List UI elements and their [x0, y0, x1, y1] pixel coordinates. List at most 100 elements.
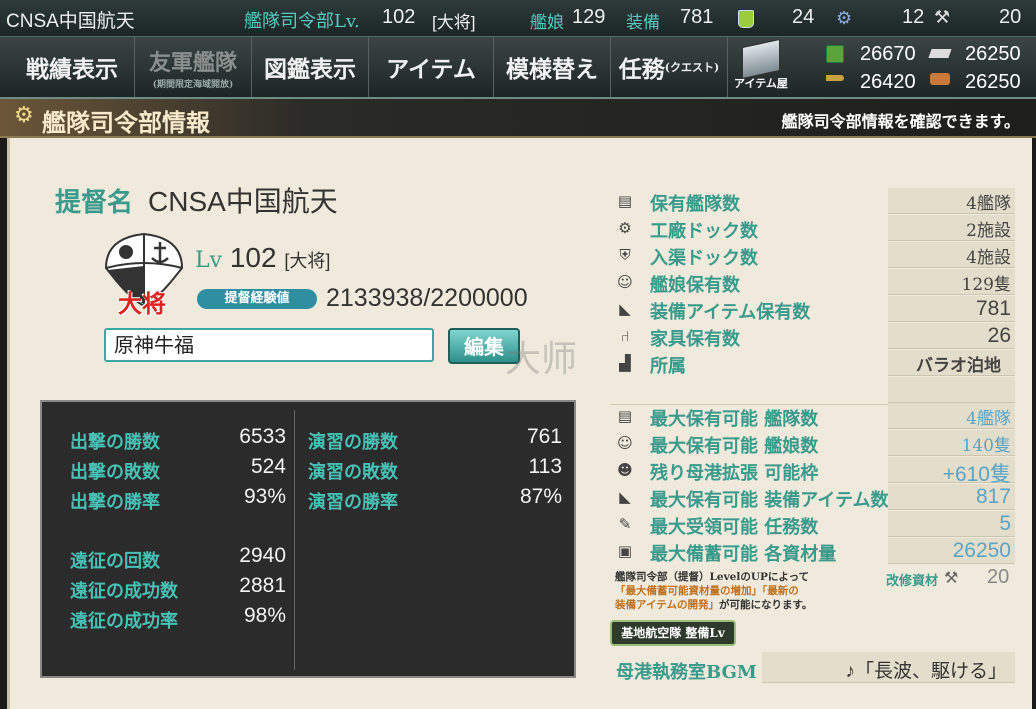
stat-label: 出撃の勝率: [70, 492, 160, 513]
info-label: 最大保有可能 艦隊数: [650, 409, 819, 430]
admiral-name-top: CNSA中国航天: [6, 11, 135, 32]
menu-friend-fleet[interactable]: 友軍艦隊 (期間限定海域開放): [135, 37, 252, 97]
level-up-note: 艦隊司令部（提督）LevelのUPによって 「最大備蓄可能資材量の増加」「最新の…: [615, 570, 812, 612]
info-value-box: 26: [888, 323, 1015, 349]
level-display: Lv 102 [大将]: [195, 242, 330, 274]
gear-icon: ⚙: [14, 103, 34, 128]
info-label: 艦娘保有数: [650, 275, 740, 296]
menu-quest-label: 任務: [618, 56, 665, 83]
comment-input[interactable]: 原神牛福: [104, 328, 434, 362]
info-row-max-fleets: ▤ 最大保有可能 艦隊数 4艦隊: [610, 403, 1015, 430]
info-row-max-storage: ▣ 最大備蓄可能 各資材量 26250: [610, 538, 1015, 565]
menu-record-label: 戦績表示: [26, 56, 118, 83]
page-subtitle: 艦隊司令部情報を確認できます。: [781, 112, 1020, 131]
info-value-box: 5: [888, 511, 1015, 537]
info-value: 4施設: [966, 248, 1011, 268]
bauxite-value: 26250: [965, 71, 1021, 93]
base-icon: ▟: [619, 354, 631, 372]
menu-decorate-label: 模様替え: [506, 56, 598, 83]
info-label: 所属: [650, 356, 686, 377]
improvement-material-value: 20: [987, 566, 1010, 588]
info-row-blank: [610, 377, 1015, 403]
info-value-box: 2施設: [888, 215, 1015, 241]
info-row-max-equipment: ◣ 最大保有可能 装備アイテム数 817: [610, 484, 1015, 511]
info-row-base: ▟ 所属 バラオ泊地: [610, 350, 1015, 377]
rank-label: [大将]: [284, 251, 331, 271]
devmat-count: 12: [902, 6, 925, 28]
info-row-fleets: ▤ 保有艦隊数 4艦隊: [610, 188, 1015, 215]
menu-bar: 戦績表示 友軍艦隊 (期間限定海域開放) 図鑑表示 アイテム 模様替え 任務 (ク…: [0, 37, 1036, 99]
stat-value: 2881: [239, 574, 286, 597]
info-label: 最大受領可能 任務数: [650, 517, 819, 538]
equipment-icon: ◣: [619, 300, 631, 318]
fleet-icon: ▤: [617, 407, 633, 425]
section-header: ⚙ 艦隊司令部情報 艦隊司令部情報を確認できます。: [0, 99, 1036, 138]
page-title: 艦隊司令部情報: [42, 108, 210, 137]
equip-count: 781: [680, 6, 714, 28]
menu-friend-fleet-label: 友軍艦隊: [148, 49, 237, 76]
hq-level-label: 艦隊司令部Lv.: [244, 11, 360, 32]
stat-value: 98%: [243, 604, 286, 627]
menu-quest-sub: (クエスト): [664, 61, 720, 74]
info-row-ships: ☺ 艦娘保有数 129隻: [610, 269, 1015, 296]
bgm-selector[interactable]: ♪「長波、駆ける」: [762, 652, 1015, 683]
ammo-value: 26250: [965, 43, 1021, 65]
stat-label: 遠征の回数: [70, 551, 160, 572]
info-label: 残り母港拡張 可能枠: [650, 463, 819, 484]
item-shop-button[interactable]: アイテム屋: [734, 38, 790, 93]
base-air-corps-button[interactable]: 基地航空隊 整備Lv: [610, 620, 736, 646]
info-value-box: 26250: [888, 538, 1015, 564]
note-line: 艦隊司令部（提督）LevelのUPによって: [615, 571, 810, 583]
stat-value: 113: [528, 455, 562, 478]
bgm-label: 母港執務室BGM: [616, 662, 757, 683]
info-label: 入渠ドック数: [650, 248, 758, 269]
fuel-value: 26670: [860, 43, 916, 65]
steel-value: 26420: [860, 71, 916, 93]
bucket-icon: [738, 10, 754, 28]
fuel-icon: [826, 45, 844, 63]
note-line: 装備アイテムの開発」: [615, 599, 719, 611]
info-row-equipment: ◣ 装備アイテム保有数 781: [610, 296, 1015, 323]
gear-icon: ⚙: [618, 219, 632, 237]
menu-decorate[interactable]: 模様替え: [494, 37, 611, 97]
info-row-furniture: ⑁ 家具保有数 26: [610, 323, 1015, 350]
improvement-material-label: 改修資材: [886, 574, 939, 589]
watermark: 大师: [505, 338, 578, 379]
info-value-box: 4施設: [888, 242, 1015, 268]
info-label: 家具保有数: [650, 329, 740, 350]
info-value: 5: [999, 512, 1011, 535]
info-value-box: 129隻: [888, 269, 1015, 295]
info-row-max-quests: ✎ 最大受領可能 任務数 5: [610, 511, 1015, 538]
info-value-box: 817: [888, 484, 1015, 510]
stats-divider: [294, 410, 295, 670]
info-value: 4艦隊: [966, 409, 1011, 429]
menu-items[interactable]: アイテム: [369, 37, 494, 97]
stat-value: 93%: [243, 485, 286, 508]
bucket-count: 24: [792, 6, 815, 28]
menu-items-label: アイテム: [386, 56, 476, 83]
info-label: 最大保有可能 艦娘数: [650, 436, 819, 457]
info-value-box: 4艦隊: [888, 188, 1015, 214]
quest-icon: ✎: [618, 515, 632, 533]
menu-quest[interactable]: 任務 (クエスト): [611, 37, 728, 97]
exp-badge: 提督経験値: [197, 289, 317, 309]
info-value: 129隻: [961, 275, 1011, 295]
stat-label: 演習の勝率: [308, 492, 398, 513]
info-row-expansion: ☻ 残り母港拡張 可能枠 +610隻: [610, 457, 1015, 486]
stat-label: 出撃の敗数: [70, 462, 160, 483]
info-value-box: 4艦隊: [888, 403, 1015, 429]
info-value: バラオ泊地: [916, 356, 1001, 376]
menu-record[interactable]: 戦績表示: [10, 37, 135, 97]
info-row-repair-docks: ⛨ 入渠ドック数 4施設: [610, 242, 1015, 269]
info-label: 保有艦隊数: [650, 194, 740, 215]
menu-encyclopedia[interactable]: 図鑑表示: [252, 37, 369, 97]
note-line: 「最大備蓄可能資材量の増加」「最新の: [615, 585, 799, 597]
info-value: 817: [975, 485, 1011, 508]
stat-value: 761: [526, 425, 562, 448]
stat-label: 遠征の成功数: [70, 581, 178, 602]
menu-encyclopedia-label: 図鑑表示: [264, 56, 356, 83]
storage-icon: ▣: [617, 542, 633, 560]
info-row-max-ships: ☺ 最大保有可能 艦娘数 140隻: [610, 430, 1015, 457]
info-value-box: [888, 377, 1015, 403]
info-value-box: 781: [888, 296, 1015, 322]
